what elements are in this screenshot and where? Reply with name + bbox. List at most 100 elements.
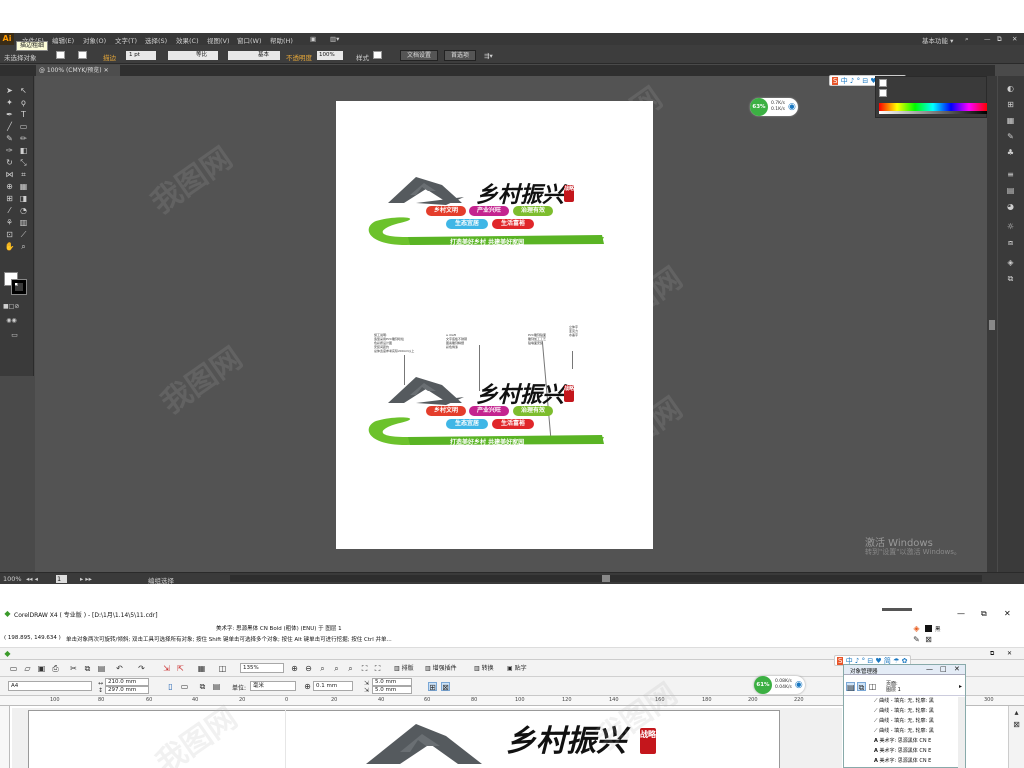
width-tool-icon[interactable]: ⋈ [4,170,15,180]
selection-tool-icon[interactable]: ➤ [4,86,15,96]
shape-builder-icon[interactable]: ⊕ [4,182,15,192]
snap-icon[interactable]: ⊠ [441,682,450,692]
brushes-icon[interactable]: ✎ [1005,132,1016,142]
ai-canvas[interactable]: 我图网 我图网 我图网 我图网 我图网 乡村振兴 战略 乡村文明 产业兴旺 治理… [35,76,987,572]
om-layer-manager-icon[interactable]: ◫ [868,682,877,691]
status-nav-next[interactable]: ▸ ▸▸ [80,575,92,583]
direct-selection-icon[interactable]: ↖ [18,86,29,96]
rectangle-tool-icon[interactable]: ▭ [18,122,29,132]
paintbrush-icon[interactable]: ✎ [4,134,15,144]
swatches-icon[interactable]: ▦ [1005,116,1016,126]
om-close-icon[interactable]: ✕ [954,665,960,673]
stroke-weight-field[interactable]: 1 pt [126,51,156,60]
zoom-height-icon[interactable]: ⛶ [373,664,382,673]
perspective-icon[interactable]: ▦ [18,182,29,192]
artboard[interactable]: 乡村振兴 战略 乡村文明 产业兴旺 治理有效 生态宜居 生活富裕 打造美好乡村 … [336,101,653,549]
appearance-icon[interactable]: ☼ [1005,222,1016,232]
pencil-icon[interactable]: ✏ [18,134,29,144]
status-zoom[interactable]: 100% [3,575,22,583]
zoom-tool-icon[interactable]: ⌕ [18,242,29,252]
om-edit-across-icon[interactable]: ⧉ [857,682,866,692]
gradient-panel-icon[interactable]: ▤ [1005,186,1016,196]
cd-close-icon[interactable]: ✕ [1004,609,1011,618]
cd-doc-close-icon[interactable]: ✕ [1007,650,1012,657]
undo-icon[interactable]: ↶ [115,664,124,673]
minimize-icon[interactable]: — [984,35,991,43]
enhance-plugin-button[interactable]: ▥ 增强插件 [425,663,457,674]
opacity-label[interactable]: 不透明度 [286,52,312,62]
menu-type[interactable]: 文字(T) [115,35,137,45]
color-panel[interactable] [875,76,987,118]
network-gauge[interactable]: 63% 0.7K/s 0.1K/s ◉ [750,98,798,116]
lasso-icon[interactable]: ϙ [18,98,29,108]
blend-icon[interactable]: ◔ [18,206,29,216]
zoom-width-icon[interactable]: ⛶ [360,664,369,673]
open-icon[interactable]: ▱ [23,664,32,673]
gradient-icon[interactable]: ◨ [18,194,29,204]
fill-swatch[interactable] [56,51,65,59]
color-mode-icon[interactable]: ■□⊘ [3,302,19,312]
object-row[interactable]: A 美术字: 思源黑体 CN E [874,737,960,745]
typeset-button[interactable]: ▥ 排版 [394,663,414,674]
free-transform-icon[interactable]: ⌗ [18,170,29,180]
grayscale-ramp[interactable] [879,111,987,114]
zoom-level-field[interactable]: 135% [240,663,284,673]
app-launcher-icon[interactable]: ▦ [197,664,206,673]
graph-icon[interactable]: ▥ [18,218,29,228]
restore-icon[interactable]: ⧉ [997,35,1002,44]
nudge-field[interactable]: 0.1 mm [313,681,353,691]
import-icon[interactable]: ⇲ [162,664,171,673]
menu-window[interactable]: 窗口(W) [237,35,262,45]
color-panel-icon[interactable]: ◐ [1005,84,1016,94]
brush-dropdown[interactable]: 基本 [228,51,280,60]
object-row[interactable]: A 美术字: 思源黑体 CN E [874,757,960,765]
stroke-panel-icon[interactable]: ≡ [1005,170,1016,180]
om-view-icon[interactable]: ▤ [846,682,855,692]
cut-icon[interactable]: ✂ [69,664,78,673]
om-minimize-icon[interactable]: — [926,665,933,673]
magic-wand-icon[interactable]: ✦ [4,98,15,108]
rural-revitalization-design-1[interactable]: 乡村振兴 战略 乡村文明 产业兴旺 治理有效 生态宜居 生活富裕 打造美好乡村 … [366,171,606,256]
current-page-icon[interactable]: ▤ [212,682,221,691]
graphic-styles-icon[interactable]: ⧈ [1005,238,1016,248]
pen-tool-icon[interactable]: ✒ [4,110,15,120]
menu-view[interactable]: 视图(V) [207,35,230,45]
vertical-scrollbar[interactable] [987,76,997,572]
paste-text-button[interactable]: ▣ 贴字 [507,663,527,674]
save-icon[interactable]: ▣ [37,664,46,673]
panel-fill-swatch[interactable] [879,79,887,87]
cd-doc-restore-icon[interactable]: ⧉ [990,650,994,658]
align-icon[interactable]: ⇶▾ [484,52,493,60]
unit-dropdown[interactable]: 毫米 [250,681,296,691]
corel-online-icon[interactable]: ◫ [218,664,227,673]
object-row[interactable]: ⟋ 曲线 - 填充: 无, 轮廓: 黑 [874,717,960,725]
page-width-field[interactable]: 210.0 mm [105,678,149,686]
page-size-dropdown[interactable]: A4 [8,681,92,691]
type-tool-icon[interactable]: T [18,110,29,120]
style-swatch[interactable] [373,51,382,59]
zoom-out-icon[interactable]: ⊖ [304,664,313,673]
menu-object[interactable]: 对象(O) [83,35,106,45]
artboards-icon[interactable]: ⧉ [1005,274,1016,284]
scale-icon[interactable]: ⤡ [18,158,29,168]
panel-none-swatch[interactable] [879,89,887,97]
menu-help[interactable]: 帮助(H) [270,35,293,45]
object-row[interactable]: A 美术字: 思源黑体 CN E [874,747,960,755]
redo-icon[interactable]: ↷ [137,664,146,673]
convert-button[interactable]: ▥ 转换 [474,663,494,674]
screen-mode-icon[interactable]: ▭ [9,330,20,340]
cd-dock-no-fill-icon[interactable]: ⊠ [1012,720,1021,729]
eraser-icon[interactable]: ◧ [18,146,29,156]
print-icon[interactable]: ⎙ [51,664,60,673]
page-height-field[interactable]: 297.0 mm [105,686,149,694]
color-guide-icon[interactable]: ⊞ [1005,100,1016,110]
arrange-icon[interactable]: ▥▾ [330,35,339,43]
object-row[interactable]: ⟋ 曲线 - 填充: 无, 轮廓: 黑 [874,707,960,715]
cd-doc-icon[interactable]: ◆ [3,649,12,658]
duplicate-y-field[interactable]: 5.0 mm [372,686,412,694]
tab-close-icon[interactable]: ✕ [104,67,109,74]
zoom-in-icon[interactable]: ⊕ [290,664,299,673]
slice-icon[interactable]: ⟋ [18,230,29,240]
document-setup-button[interactable]: 文档设置 [400,50,438,61]
duplicate-x-field[interactable]: 5.0 mm [372,678,412,686]
